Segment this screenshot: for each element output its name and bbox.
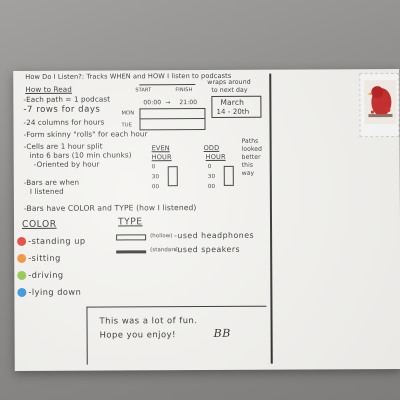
even-tick-3: 00 — [151, 184, 160, 191]
signature: BB — [213, 326, 231, 340]
cardinal-bird-icon — [364, 80, 397, 125]
legend-line-6: into 6 bars (10 min chunks) — [29, 150, 132, 160]
paths-note-4: this — [241, 161, 254, 169]
date-line-1: March — [220, 97, 245, 107]
calendar-grid — [139, 108, 206, 131]
color-label-sitting: -sitting — [28, 252, 61, 263]
odd-title-2: HOUR — [205, 152, 226, 162]
timeline-finish: FINISH — [175, 87, 193, 94]
how-to-read: How to Read — [25, 84, 72, 94]
time-to: 21:00 — [179, 99, 198, 107]
cardinal-illustration — [367, 86, 393, 118]
even-tick-1: 0 — [151, 164, 156, 171]
odd-title-1: ODD — [203, 143, 220, 153]
closing-line-2: Hope you enjoy! — [99, 329, 176, 340]
card-divider — [269, 73, 273, 364]
legend-line-3: -24 columns for hours — [23, 117, 105, 127]
lying-dot — [17, 287, 27, 297]
date-box: March 14 - 20th — [211, 95, 262, 118]
paths-note-5: way — [241, 169, 255, 177]
even-title-1: EVEN — [151, 144, 170, 153]
color-label-standing: -standing up — [28, 235, 86, 246]
odd-bar — [223, 165, 234, 186]
closing-line-1: This was a lot of fun. — [99, 315, 198, 326]
paths-note-3: better — [241, 153, 261, 161]
legend-line-9: I listened — [29, 186, 64, 196]
hollow-bar-icon — [116, 234, 147, 241]
timeline-arrow-line — [139, 84, 196, 86]
timeline-wraps-2: to next day — [211, 86, 248, 94]
type-note-hollow: (hollow) — [150, 233, 173, 240]
day-tue: TUE — [121, 122, 133, 129]
odd-tick-2: 30 — [207, 173, 216, 180]
legend-line-4: -Form skinny "rolls" for each hour — [23, 129, 148, 139]
time-arrow: → — [165, 99, 171, 107]
even-bar — [167, 166, 178, 187]
time-from: 00:00 — [143, 99, 162, 107]
postage-stamp — [359, 72, 400, 138]
paths-note-1: Paths — [241, 137, 259, 145]
legend-line-2: -7 rows for days — [23, 104, 101, 115]
legend-line-10: -Bars have COLOR and TYPE (how I listene… — [23, 203, 197, 213]
sitting-dot — [17, 253, 27, 263]
legend-line-5: -Cells are 1 hour split — [23, 141, 103, 151]
color-label-driving: -driving — [28, 269, 64, 280]
color-title: COLOR — [21, 218, 57, 230]
type-label-headphones: -used headphones — [174, 230, 255, 241]
type-label-speakers: -used speakers — [174, 244, 241, 255]
date-line-2: 14 - 20th — [216, 107, 250, 116]
standing-dot — [17, 236, 27, 246]
legend-line-1: -Each path = 1 podcast — [23, 94, 111, 104]
odd-tick-1: 0 — [207, 163, 212, 170]
timeline-wraps: wraps around — [207, 78, 251, 86]
legend-line-8: -Bars are when — [23, 177, 80, 187]
standard-bar-icon — [116, 250, 147, 254]
day-mon: MON — [121, 110, 135, 117]
closing-note-box: This was a lot of fun. Hope you enjoy! B… — [86, 305, 267, 365]
timeline-start: START — [135, 87, 152, 94]
postcard: How Do I Listen?: Tracks WHEN and HOW I … — [13, 68, 400, 372]
calendar-row-line — [140, 118, 205, 120]
type-title: TYPE — [117, 216, 143, 228]
odd-tick-3: 00 — [207, 183, 216, 190]
color-label-lying: -lying down — [28, 286, 82, 297]
driving-dot — [17, 270, 27, 280]
even-tick-2: 30 — [151, 174, 160, 181]
even-title-2: HOUR — [151, 153, 172, 162]
paths-note-2: looked — [241, 145, 263, 153]
card-heading: How Do I Listen?: Tracks WHEN and HOW I … — [25, 71, 232, 81]
legend-line-7: -Oriented by hour — [33, 159, 100, 169]
